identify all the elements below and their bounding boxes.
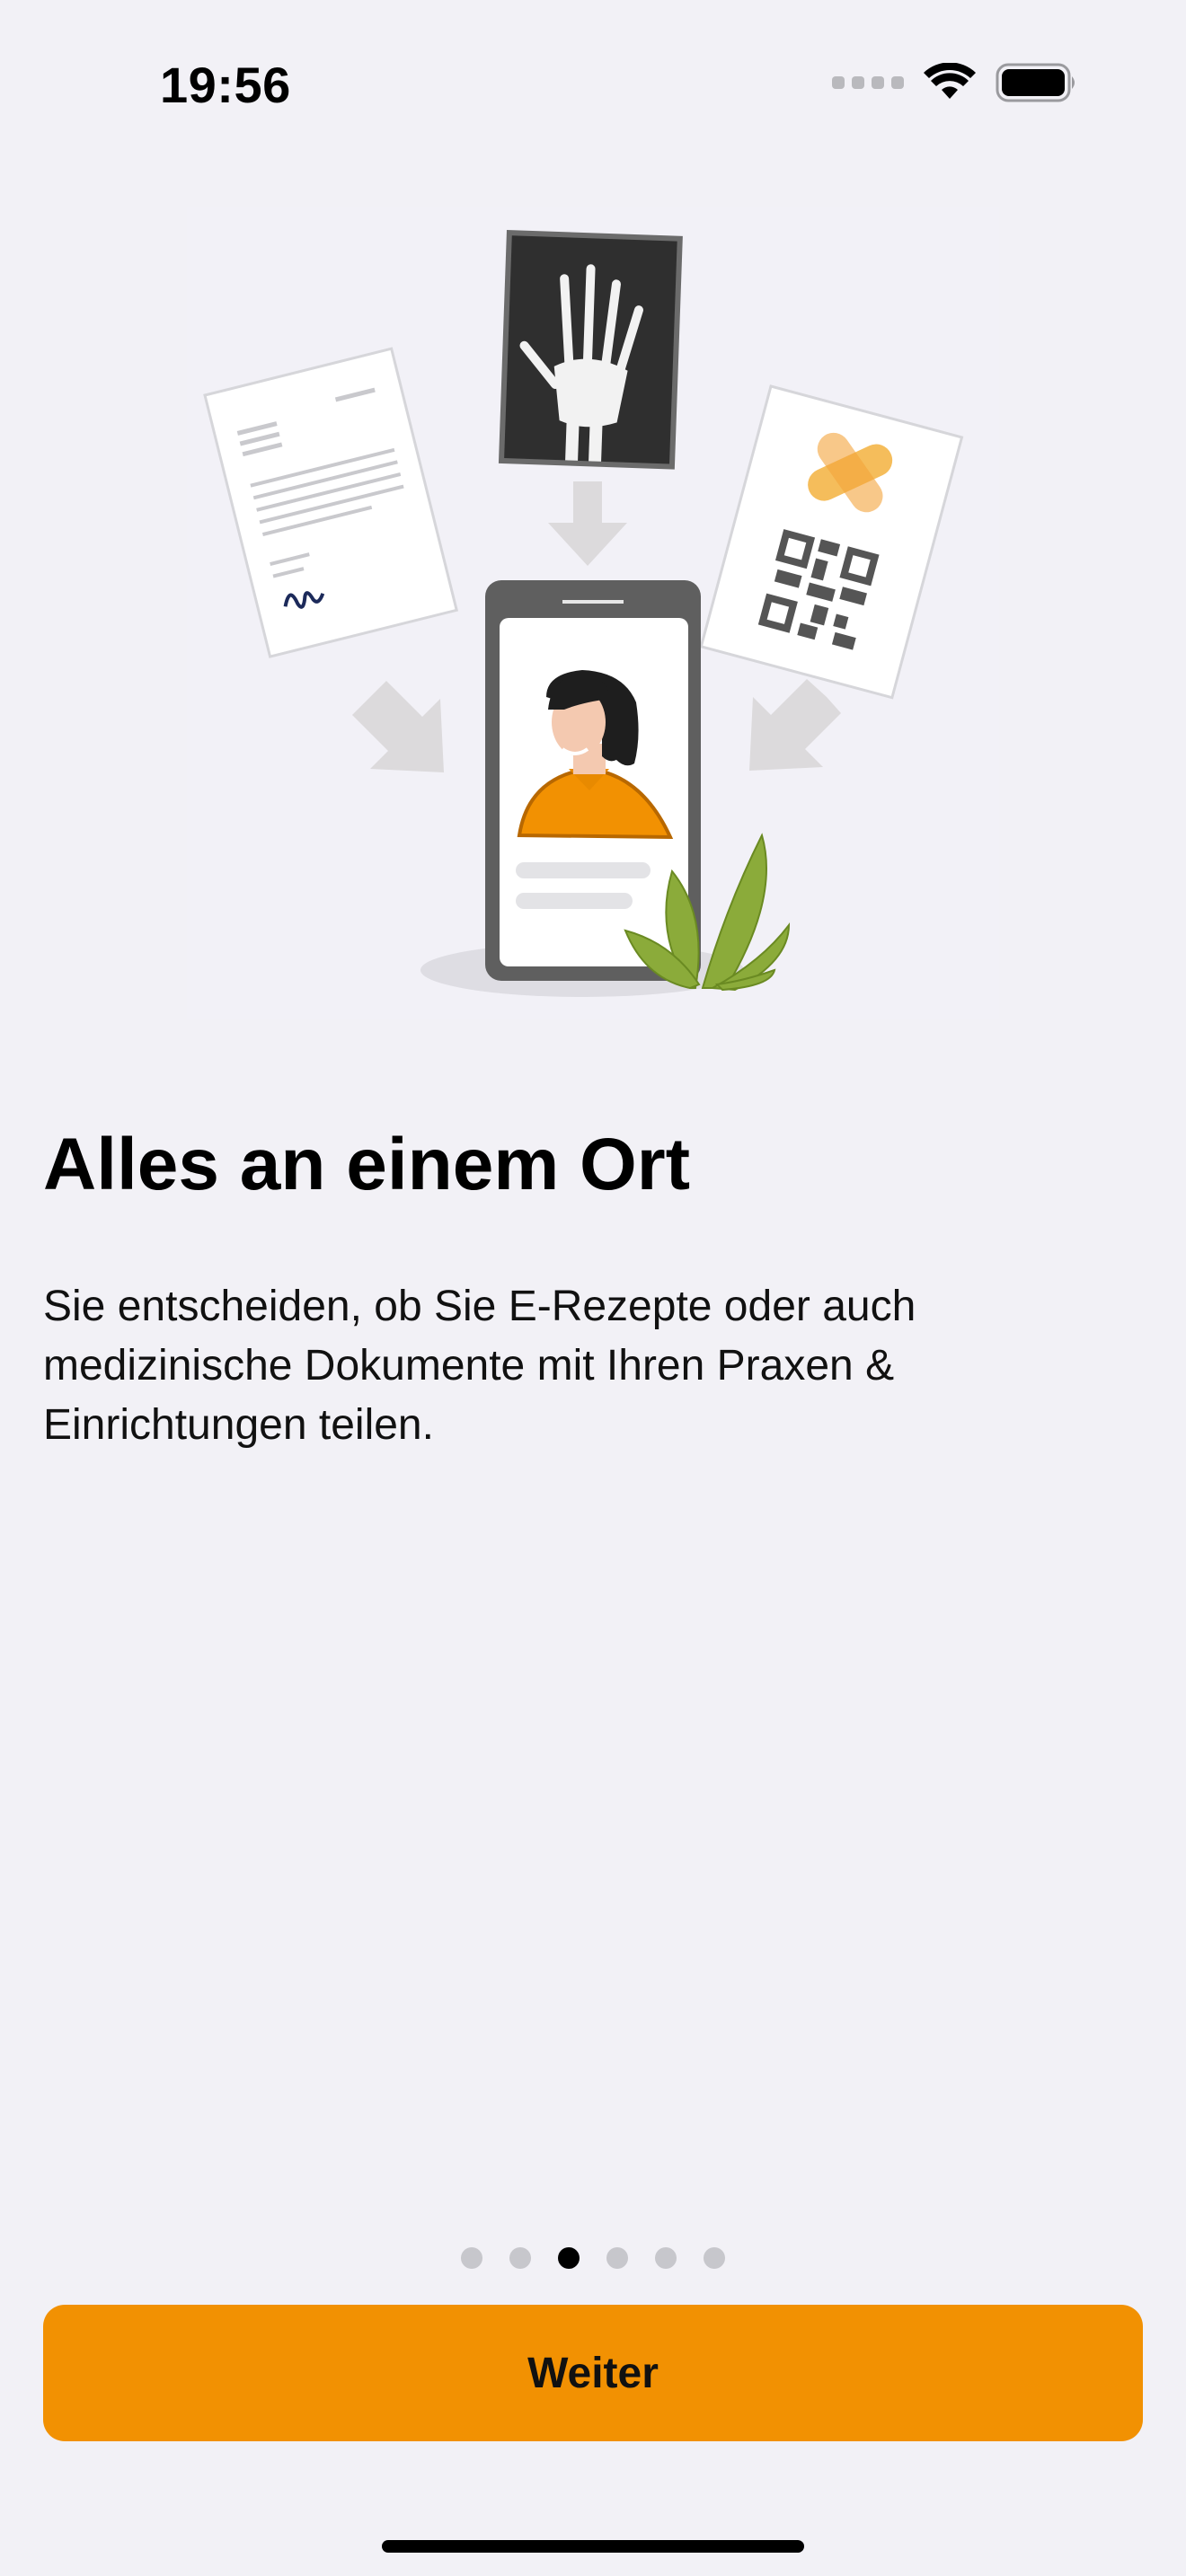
page-description: Sie entscheiden, ob Sie E-Rezepte oder a… (43, 1283, 916, 1449)
page-dot[interactable] (461, 2247, 482, 2269)
wifi-icon (924, 63, 976, 99)
page-dot[interactable] (509, 2247, 531, 2269)
status-icons (832, 63, 1078, 102)
onboarding-screen: 19:56 Alles an einem Ort Sie entscheiden… (0, 0, 1186, 2576)
cellular-signal-icon (832, 76, 904, 89)
page-dot[interactable] (704, 2247, 725, 2269)
page-indicator[interactable] (0, 2247, 1186, 2269)
page-title: Alles an einem Ort (43, 1124, 691, 1205)
documents-to-phone-illustration (187, 207, 999, 1019)
xray-image-icon (498, 230, 683, 470)
status-time: 19:56 (160, 57, 291, 113)
arrow-down-icon (548, 481, 627, 566)
illustration-graphic (203, 230, 964, 997)
letter-document-icon (203, 347, 459, 658)
arrow-left-down-icon (352, 681, 444, 772)
page-dot-active[interactable] (558, 2247, 580, 2269)
next-button-label: Weiter (527, 2349, 659, 2397)
home-indicator[interactable] (382, 2540, 804, 2553)
next-button[interactable]: Weiter (43, 2305, 1143, 2441)
prescription-qr-icon (699, 384, 964, 700)
page-dot[interactable] (606, 2247, 628, 2269)
arrow-right-down-icon (749, 679, 841, 771)
battery-icon (996, 63, 1075, 102)
page-dot[interactable] (655, 2247, 677, 2269)
